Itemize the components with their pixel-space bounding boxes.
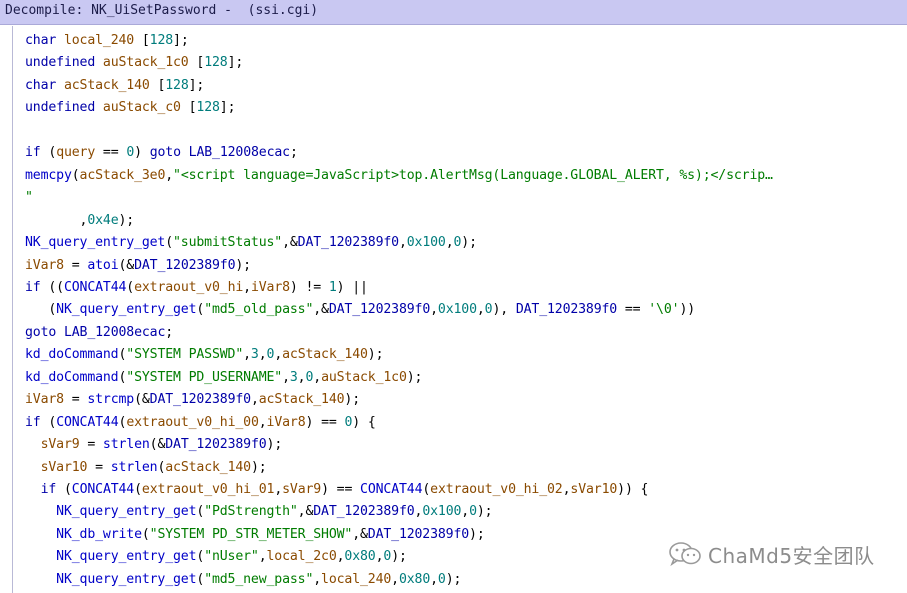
decompiler-code-view[interactable]: char local_240 [128]; undefined auStack_1…: [12, 26, 907, 593]
code-line: kd_doCommand("SYSTEM PASSWD",3,0,acStack…: [25, 347, 384, 363]
code-line: ": [25, 190, 33, 206]
code-line: if (CONCAT44(extraout_v0_hi_01,sVar9) ==…: [40, 482, 649, 497]
code-line: char local_240 [128];: [25, 33, 189, 48]
code-line: NK_query_entry_get("nUser",local_2c0,0x8…: [56, 549, 407, 565]
watermark: ChaMd5安全团队: [668, 538, 875, 570]
code-line: if (query == 0) goto LAB_12008ecac;: [25, 145, 298, 161]
window-titlebar: Decompile: NK_UiSetPassword - (ssi.cgi): [0, 0, 907, 25]
code-line: memcpy(acStack_3e0,"<script language=Jav…: [25, 167, 773, 183]
code-line: if (CONCAT44(extraout_v0_hi_00,iVar8) ==…: [25, 414, 376, 430]
code-line: (NK_query_entry_get("md5_old_pass",&DAT_…: [25, 302, 696, 318]
code-line: sVar9 = strlen(&DAT_1202389f0);: [40, 437, 283, 453]
code-line: NK_db_write("SYSTEM PD_STR_METER_SHOW",&…: [56, 526, 485, 542]
code-line: if ((CONCAT44(extraout_v0_hi,iVar8) != 1…: [25, 279, 368, 295]
code-line: undefined auStack_1c0 [128];: [25, 55, 244, 71]
code-line: undefined auStack_c0 [128];: [25, 100, 236, 116]
code-line: char acStack_140 [128];: [25, 77, 205, 93]
code-line: ,0x4e);: [25, 212, 135, 228]
code-line: kd_doCommand("SYSTEM PD_USERNAME",3,0,au…: [25, 369, 423, 385]
code-line: NK_query_entry_get("submitStatus",&DAT_1…: [25, 235, 477, 251]
code-line: iVar8 = atoi(&DAT_1202389f0);: [25, 257, 251, 273]
window-title: Decompile: NK_UiSetPassword - (ssi.cgi): [5, 3, 319, 18]
wechat-icon: [669, 542, 701, 567]
code-line: iVar8 = strcmp(&DAT_1202389f0,acStack_14…: [25, 392, 361, 408]
code-line: NK_query_entry_get("PdStrength",&DAT_120…: [56, 504, 493, 520]
code-line: sVar10 = strlen(acStack_140);: [40, 459, 267, 475]
code-line: goto LAB_12008ecac;: [25, 324, 174, 340]
watermark-text: ChaMd5安全团队: [708, 543, 875, 568]
code-line: NK_query_entry_get("md5_new_pass",local_…: [56, 571, 462, 587]
